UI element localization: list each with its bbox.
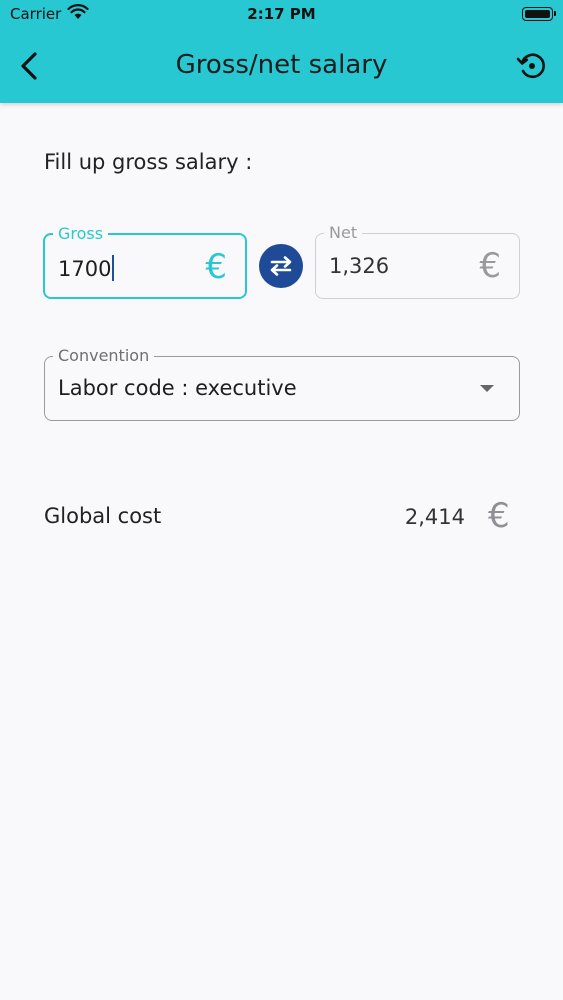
gross-salary-input[interactable]: Gross 1700 € [43, 225, 247, 299]
gross-value-wrap: 1700 [58, 255, 115, 281]
net-label: Net [324, 224, 363, 242]
instruction-text: Fill up gross salary : [44, 150, 253, 174]
status-time: 2:17 PM [247, 5, 316, 23]
page-title: Gross/net salary [175, 50, 388, 80]
convention-label: Convention [53, 347, 155, 365]
euro-icon: € [479, 246, 501, 286]
status-bar: Carrier 2:17 PM [0, 0, 563, 30]
battery-icon [522, 7, 556, 21]
net-value: 1,326 [329, 254, 390, 278]
swap-button[interactable] [259, 244, 303, 288]
gross-value: 1700 [58, 257, 112, 281]
history-icon [516, 53, 545, 79]
dropdown-arrow-icon [480, 385, 494, 392]
swap-arrows-icon [270, 256, 292, 276]
gross-label: Gross [53, 225, 109, 243]
app-header: Carrier 2:17 PM Gross/net salary [0, 0, 563, 103]
net-salary-input[interactable]: Net 1,326 € [315, 224, 520, 299]
euro-icon: € [488, 496, 510, 536]
euro-icon: € [205, 247, 227, 287]
global-cost-value: 2,414 [404, 505, 465, 529]
convention-select[interactable]: Convention Labor code : executive [44, 347, 520, 421]
text-cursor [112, 255, 115, 281]
history-button[interactable] [515, 49, 549, 83]
convention-value: Labor code : executive [58, 376, 297, 400]
global-cost-label: Global cost [44, 504, 162, 528]
